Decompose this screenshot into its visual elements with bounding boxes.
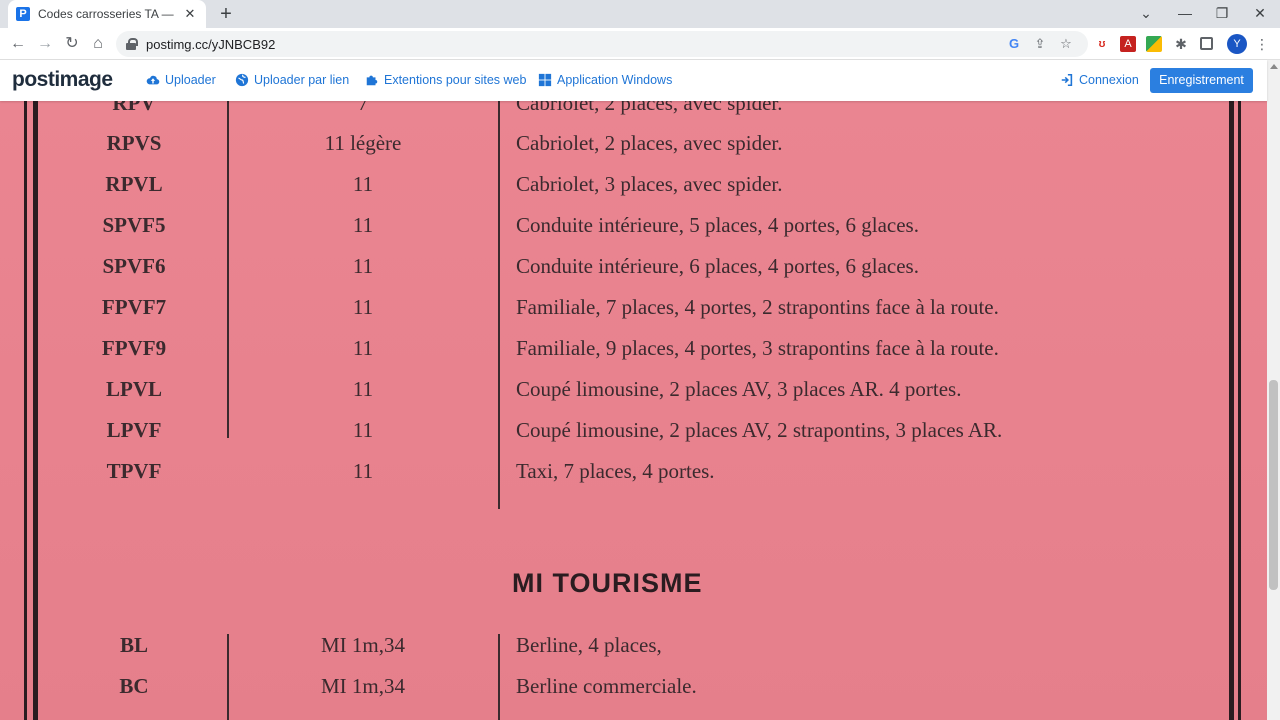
postimage-favicon-icon: P bbox=[16, 7, 30, 21]
profile-avatar[interactable]: Y bbox=[1227, 34, 1247, 54]
close-window-icon[interactable]: ✕ bbox=[1250, 3, 1270, 23]
page-scrollbar[interactable] bbox=[1267, 60, 1280, 720]
row-hp: 11 bbox=[352, 295, 374, 319]
nav-windows-app[interactable]: Application Windows bbox=[538, 73, 672, 87]
google-extension-icon[interactable] bbox=[1146, 36, 1162, 52]
postimage-logo[interactable]: postimage bbox=[12, 68, 113, 92]
scrollbar-thumb[interactable] bbox=[1269, 380, 1278, 590]
bookmark-star-icon[interactable]: ☆ bbox=[1058, 36, 1074, 52]
register-button[interactable]: Enregistrement bbox=[1150, 68, 1253, 93]
puzzle-icon bbox=[366, 75, 378, 86]
section-row-hp: MI 1m,34 bbox=[321, 633, 405, 657]
lock-icon[interactable] bbox=[126, 38, 138, 50]
row-code: RPVL bbox=[105, 172, 163, 196]
row-code: LPVF bbox=[106, 418, 162, 442]
nav-uploader[interactable]: Uploader bbox=[146, 73, 216, 87]
column-separator bbox=[227, 634, 229, 720]
left-outer-border bbox=[24, 101, 27, 720]
row-code-partial: RPV bbox=[112, 101, 156, 115]
column-separator bbox=[227, 101, 229, 438]
section-row-code: BL bbox=[119, 633, 148, 657]
tab-search-chevron-icon[interactable]: ⌄ bbox=[1136, 3, 1156, 23]
minimize-icon[interactable]: — bbox=[1175, 3, 1195, 23]
column-separator bbox=[498, 101, 500, 509]
row-hp-partial: 7 bbox=[357, 101, 369, 115]
row-desc-partial: Cabriolet, 2 places, avec spider. bbox=[516, 101, 783, 115]
row-code: TPVF bbox=[106, 459, 162, 483]
globe-icon bbox=[235, 73, 249, 87]
row-desc: Familiale, 9 places, 4 portes, 3 strapon… bbox=[516, 336, 999, 360]
row-hp: 11 bbox=[352, 213, 374, 237]
left-inner-border bbox=[33, 101, 38, 720]
browser-toolbar: ← → ↻ ⌂ postimg.cc/yJNBCB92 G ⇪ ☆ bbox=[0, 28, 1280, 60]
tab-title: Codes carrosseries TA — Postimage bbox=[38, 7, 176, 21]
tab-close-icon[interactable]: ✕ bbox=[182, 6, 198, 22]
row-code: SPVF6 bbox=[102, 254, 166, 278]
nav-windows-app-label: Application Windows bbox=[557, 73, 673, 87]
row-desc: Taxi, 7 places, 4 portes. bbox=[516, 459, 715, 483]
section-row-desc: Berline, 4 places, bbox=[516, 633, 662, 657]
url-text: postimg.cc/yJNBCB92 bbox=[146, 36, 276, 52]
row-hp: 11 bbox=[352, 459, 374, 483]
right-inner-border bbox=[1229, 101, 1234, 720]
image-viewport: RPV 7 Cabriolet, 2 places, avec spider. … bbox=[0, 101, 1267, 720]
share-icon[interactable]: ⇪ bbox=[1032, 36, 1048, 52]
row-desc: Conduite intérieure, 6 places, 4 portes,… bbox=[516, 254, 919, 278]
row-code: FPVF9 bbox=[101, 336, 167, 360]
restore-icon[interactable]: ❐ bbox=[1212, 3, 1232, 23]
home-icon[interactable]: ⌂ bbox=[88, 34, 108, 54]
nav-extensions[interactable]: Extentions pour sites web bbox=[365, 73, 526, 87]
right-outer-border bbox=[1238, 101, 1241, 720]
site-header: postimage Uploader Uploader par lien Ext… bbox=[0, 60, 1267, 101]
row-hp: 11 bbox=[352, 377, 374, 401]
nav-uploader-link[interactable]: Uploader par lien bbox=[235, 73, 349, 87]
row-hp: 11 bbox=[352, 254, 374, 278]
google-translate-icon[interactable]: G bbox=[1006, 36, 1022, 52]
row-desc: Coupé limousine, 2 places AV, 2 strapont… bbox=[516, 418, 1003, 442]
nav-uploader-link-label: Uploader par lien bbox=[254, 73, 350, 87]
row-hp: 11 légère bbox=[324, 131, 402, 155]
address-bar[interactable]: postimg.cc/yJNBCB92 G ⇪ ☆ bbox=[116, 31, 1088, 57]
section-row-hp: MI 1m,34 bbox=[321, 674, 405, 698]
browser-tab-strip: P Codes carrosseries TA — Postimage ✕ + … bbox=[0, 0, 1280, 28]
forward-arrow-icon[interactable]: → bbox=[35, 34, 55, 54]
side-panel-icon[interactable] bbox=[1200, 37, 1213, 50]
cloud-upload-icon bbox=[146, 75, 160, 85]
row-desc: Cabriolet, 2 places, avec spider. bbox=[516, 131, 783, 155]
new-tab-plus-icon[interactable]: + bbox=[216, 4, 236, 24]
row-desc: Coupé limousine, 2 places AV, 3 places A… bbox=[516, 377, 962, 401]
nav-login-label: Connexion bbox=[1079, 73, 1139, 87]
back-arrow-icon[interactable]: ← bbox=[8, 34, 28, 54]
menu-kebab-icon[interactable]: ⋮ bbox=[1254, 36, 1270, 52]
reload-icon[interactable]: ↻ bbox=[62, 34, 82, 54]
row-code: LPVL bbox=[105, 377, 162, 401]
section-row-desc: Berline commerciale. bbox=[516, 674, 697, 698]
nav-extensions-label: Extentions pour sites web bbox=[384, 73, 527, 87]
row-desc: Conduite intérieure, 5 places, 4 portes,… bbox=[516, 213, 919, 237]
extensions-puzzle-icon[interactable]: ✱ bbox=[1173, 36, 1189, 52]
row-desc: Cabriolet, 3 places, avec spider. bbox=[516, 172, 783, 196]
sign-in-icon bbox=[1061, 73, 1073, 87]
section-row-code: BC bbox=[119, 674, 149, 698]
browser-tab[interactable]: P Codes carrosseries TA — Postimage ✕ bbox=[8, 0, 206, 28]
column-separator bbox=[498, 634, 500, 720]
nav-uploader-label: Uploader bbox=[165, 73, 216, 87]
scroll-up-arrow-icon[interactable] bbox=[1270, 64, 1278, 69]
row-code: FPVF7 bbox=[101, 295, 167, 319]
windows-logo-icon bbox=[538, 73, 552, 87]
row-hp: 11 bbox=[352, 172, 374, 196]
scanned-document: RPV 7 Cabriolet, 2 places, avec spider. … bbox=[0, 101, 1267, 720]
section-title: MI TOURISME bbox=[512, 568, 703, 598]
row-hp: 11 bbox=[352, 336, 374, 360]
row-hp: 11 bbox=[352, 418, 374, 442]
row-desc: Familiale, 7 places, 4 portes, 2 strapon… bbox=[516, 295, 999, 319]
row-code: SPVF5 bbox=[102, 213, 166, 237]
pdf-extension-icon[interactable]: A bbox=[1120, 36, 1136, 52]
nav-login[interactable]: Connexion bbox=[1060, 73, 1139, 87]
ublock-extension-icon[interactable]: ʊ bbox=[1094, 36, 1110, 52]
row-code: RPVS bbox=[106, 131, 162, 155]
